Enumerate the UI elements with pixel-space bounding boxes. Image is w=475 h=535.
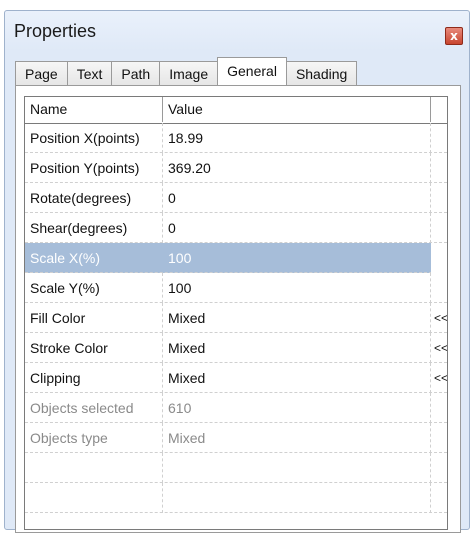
tab-page[interactable]: Page bbox=[15, 61, 68, 85]
expand-button bbox=[431, 273, 447, 303]
property-row-rotate[interactable]: Rotate(degrees) 0 bbox=[25, 183, 447, 213]
close-button[interactable]: x bbox=[445, 27, 463, 45]
property-name: Rotate(degrees) bbox=[25, 183, 163, 213]
property-row-scale-y[interactable]: Scale Y(%) 100 bbox=[25, 273, 447, 303]
empty-row bbox=[25, 483, 447, 513]
title-bar: Properties x bbox=[5, 11, 469, 47]
property-value[interactable]: 18.99 bbox=[163, 123, 431, 153]
property-value[interactable]: Mixed bbox=[163, 303, 431, 333]
tab-shading[interactable]: Shading bbox=[285, 61, 358, 85]
expand-button bbox=[431, 123, 447, 153]
property-row-position-y[interactable]: Position Y(points) 369.20 bbox=[25, 153, 447, 183]
property-row-clipping[interactable]: Clipping Mixed << bbox=[25, 363, 447, 393]
property-name: Clipping bbox=[25, 363, 163, 393]
empty-cell bbox=[163, 483, 431, 513]
column-header-value[interactable]: Value bbox=[163, 97, 431, 122]
column-header-name[interactable]: Name bbox=[25, 97, 163, 122]
property-row-objects-selected: Objects selected 610 bbox=[25, 393, 447, 423]
property-value[interactable]: 100 bbox=[163, 243, 431, 273]
tab-path[interactable]: Path bbox=[111, 61, 161, 85]
property-value[interactable]: 0 bbox=[163, 183, 431, 213]
property-value[interactable]: Mixed bbox=[163, 363, 431, 393]
property-name: Objects selected bbox=[25, 393, 163, 423]
expand-button bbox=[431, 183, 447, 213]
empty-cell bbox=[25, 483, 163, 513]
close-icon: x bbox=[450, 29, 458, 43]
expand-button[interactable]: << bbox=[431, 333, 447, 363]
property-row-shear[interactable]: Shear(degrees) 0 bbox=[25, 213, 447, 243]
expand-button[interactable]: << bbox=[431, 363, 447, 393]
property-row-scale-x[interactable]: Scale X(%) 100 bbox=[25, 243, 447, 273]
property-row-stroke-color[interactable]: Stroke Color Mixed << bbox=[25, 333, 447, 363]
property-value[interactable]: 0 bbox=[163, 213, 431, 243]
tab-content: Name Value Position X(points) 18.99 Posi… bbox=[15, 85, 461, 533]
expand-button bbox=[431, 243, 447, 273]
property-name: Fill Color bbox=[25, 303, 163, 333]
property-value: Mixed bbox=[163, 423, 431, 453]
property-row-objects-type: Objects type Mixed bbox=[25, 423, 447, 453]
expand-button bbox=[431, 213, 447, 243]
properties-panel: Properties x Page Text Path Image Genera… bbox=[4, 10, 470, 533]
expand-button bbox=[431, 423, 447, 453]
property-name: Scale Y(%) bbox=[25, 273, 163, 303]
expand-button bbox=[431, 393, 447, 423]
property-value: 610 bbox=[163, 393, 431, 423]
tab-strip: Page Text Path Image General Shading bbox=[15, 57, 358, 85]
tab-image[interactable]: Image bbox=[159, 61, 219, 85]
property-name: Position X(points) bbox=[25, 123, 163, 153]
property-value[interactable]: 100 bbox=[163, 273, 431, 303]
panel-title: Properties bbox=[14, 21, 97, 41]
property-row-fill-color[interactable]: Fill Color Mixed << bbox=[25, 303, 447, 333]
property-name: Position Y(points) bbox=[25, 153, 163, 183]
property-grid: Name Value Position X(points) 18.99 Posi… bbox=[24, 96, 448, 530]
grid-header: Name Value bbox=[25, 97, 447, 124]
expand-button bbox=[431, 153, 447, 183]
empty-cell bbox=[25, 453, 163, 483]
property-name: Stroke Color bbox=[25, 333, 163, 363]
empty-row bbox=[25, 453, 447, 483]
expand-button[interactable]: << bbox=[431, 303, 447, 333]
property-name: Objects type bbox=[25, 423, 163, 453]
property-value[interactable]: Mixed bbox=[163, 333, 431, 363]
property-name: Shear(degrees) bbox=[25, 213, 163, 243]
property-value[interactable]: 369.20 bbox=[163, 153, 431, 183]
tab-text[interactable]: Text bbox=[66, 61, 113, 85]
empty-cell bbox=[163, 453, 431, 483]
property-name: Scale X(%) bbox=[30, 250, 101, 266]
tab-general[interactable]: General bbox=[217, 57, 287, 85]
property-row-position-x[interactable]: Position X(points) 18.99 bbox=[25, 123, 447, 153]
